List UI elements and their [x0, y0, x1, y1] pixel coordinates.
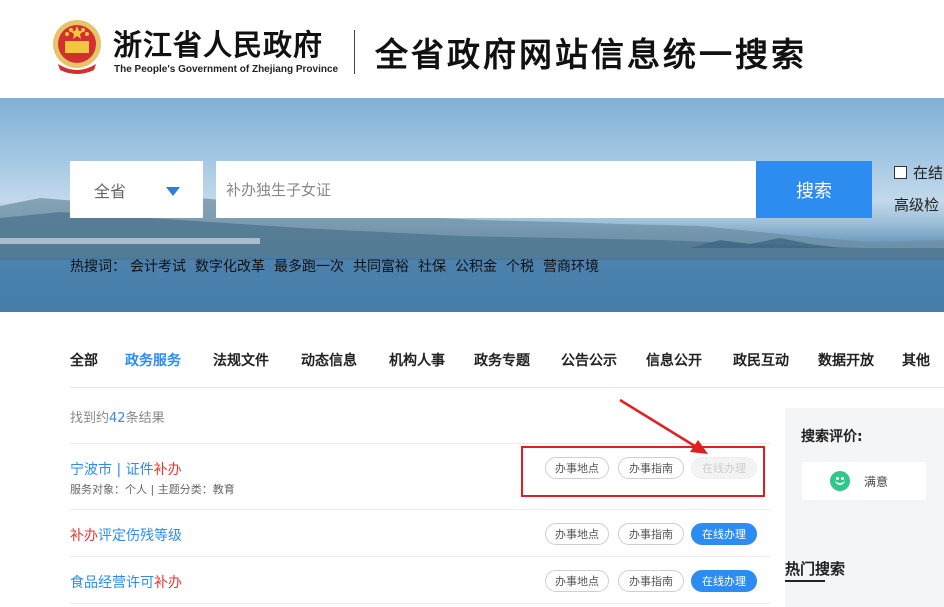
hot-words-label: 热搜词： — [70, 259, 126, 275]
online-apply-button[interactable]: 在线办理 — [691, 570, 757, 592]
hot-word-link[interactable]: 会计考试 — [130, 256, 186, 276]
tab-other[interactable]: 其他 — [902, 350, 930, 370]
result-count: 找到约42条结果 — [70, 407, 165, 426]
result-count-suffix: 条结果 — [125, 411, 165, 426]
tab-all[interactable]: 全部 — [70, 350, 98, 370]
search-button[interactable]: 搜索 — [756, 161, 872, 218]
hot-search-title: 热门搜索 — [785, 560, 846, 578]
org-name-cn: 浙江省人民政府 — [113, 28, 324, 62]
evaluation-title: 搜索评价: — [801, 429, 863, 445]
result-count-number: 42 — [109, 411, 126, 426]
tab-disclosure[interactable]: 信息公开 — [646, 350, 702, 370]
result-meta: 服务对象：个人 | 主题分类：教育 — [70, 483, 235, 496]
search-banner: 全省 搜索 在结 高级检 热搜词： 会计考试 数字化改革 最多跑一次 共同富裕 … — [0, 98, 944, 312]
header-divider — [354, 30, 355, 74]
advanced-search-link[interactable]: 高级检 — [894, 194, 939, 215]
smile-icon — [830, 471, 850, 491]
annotation-highlight-box — [521, 446, 765, 497]
hot-word-link[interactable]: 共同富裕 — [353, 256, 409, 276]
location-button[interactable]: 办事地点 — [545, 570, 609, 592]
hot-word-link[interactable]: 社保 — [418, 256, 446, 276]
row-divider — [70, 443, 770, 444]
hot-words-bar: 热搜词： 会计考试 数字化改革 最多跑一次 共同富裕 社保 公积金 个税 营商环… — [70, 256, 608, 276]
guide-button[interactable]: 办事指南 — [618, 570, 684, 592]
scope-dropdown[interactable]: 全省 — [70, 161, 203, 218]
caret-down-icon — [166, 187, 180, 196]
online-apply-button[interactable]: 在线办理 — [691, 523, 757, 545]
result-title-text: 食品经营许可 — [70, 575, 154, 591]
org-name-en: The People's Government of Zhejiang Prov… — [114, 64, 339, 75]
result-title-highlight: 补办 — [153, 462, 182, 478]
tab-news[interactable]: 动态信息 — [301, 350, 357, 370]
hot-word-link[interactable]: 公积金 — [455, 256, 497, 276]
tab-regulations[interactable]: 法规文件 — [213, 350, 269, 370]
search-in-results-label: 在结 — [913, 164, 944, 182]
result-title-link[interactable]: 食品经营许可补办 — [70, 572, 182, 592]
row-divider — [70, 509, 770, 510]
search-input[interactable] — [216, 161, 756, 218]
result-title-highlight: 补办 — [70, 528, 98, 544]
result-title-highlight: 补办 — [154, 575, 182, 591]
result-title-link[interactable]: 宁波市 | 证件补办 — [70, 459, 182, 479]
tab-announcements[interactable]: 公告公示 — [561, 350, 617, 370]
hot-search-underline — [785, 580, 825, 582]
row-divider — [70, 603, 770, 604]
hot-word-link[interactable]: 最多跑一次 — [274, 256, 344, 276]
tabs-divider — [70, 387, 944, 388]
site-header: 浙江省人民政府 The People's Government of Zheji… — [0, 0, 944, 98]
satisfied-label: 满意 — [864, 474, 889, 489]
tab-personnel[interactable]: 机构人事 — [389, 350, 445, 370]
result-title-link[interactable]: 补办评定伤残等级 — [70, 525, 182, 545]
site-title: 全省政府网站信息统一搜索 — [375, 35, 807, 74]
result-count-prefix: 找到约 — [70, 411, 110, 426]
tab-government-services[interactable]: 政务服务 — [125, 350, 181, 370]
search-in-results-checkbox[interactable] — [894, 166, 907, 179]
tab-open-data[interactable]: 数据开放 — [818, 350, 874, 370]
scope-value: 全省 — [94, 181, 127, 201]
hot-word-link[interactable]: 个税 — [506, 256, 534, 276]
result-title-text: 宁波市 | 证件 — [70, 462, 154, 478]
tab-interaction[interactable]: 政民互动 — [733, 350, 789, 370]
category-tabs: 全部 政务服务 法规文件 动态信息 机构人事 政务专题 公告公示 信息公开 政民… — [0, 312, 944, 388]
search-in-results-option[interactable]: 在结 — [894, 162, 943, 183]
hot-word-link[interactable]: 营商环境 — [543, 256, 599, 276]
national-emblem-icon — [53, 20, 101, 74]
hot-word-link[interactable]: 数字化改革 — [195, 256, 265, 276]
guide-button[interactable]: 办事指南 — [618, 523, 684, 545]
satisfied-button[interactable]: 满意 — [802, 462, 926, 500]
row-divider — [70, 556, 770, 557]
tab-topics[interactable]: 政务专题 — [474, 350, 530, 370]
location-button[interactable]: 办事地点 — [545, 523, 609, 545]
result-title-text: 评定伤残等级 — [98, 528, 182, 544]
